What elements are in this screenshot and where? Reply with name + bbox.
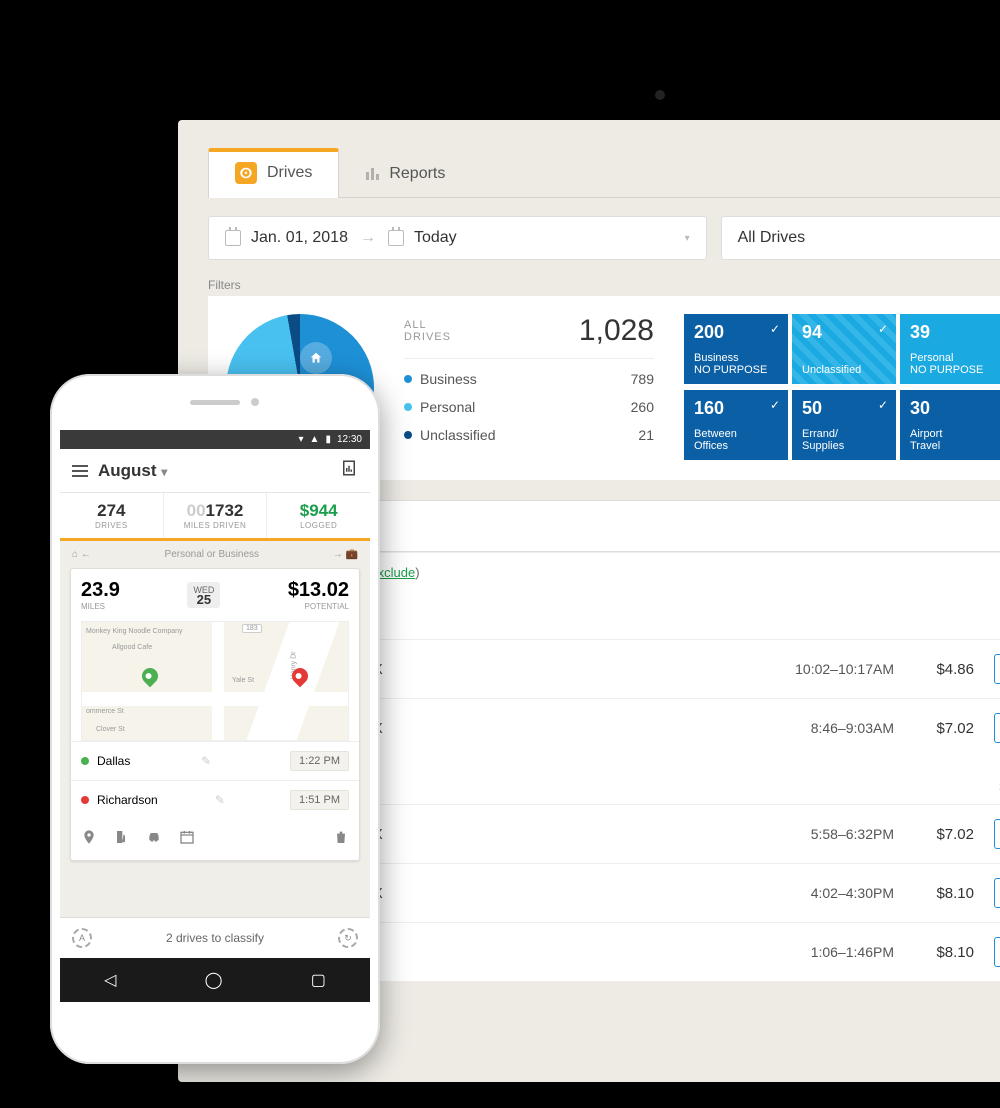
edit-icon[interactable]: ✎: [215, 793, 225, 807]
drive-card[interactable]: 23.9 MILES WED 25 $13.02 POTENTIAL Monke…: [70, 568, 360, 861]
date-from: Jan. 01, 2018: [251, 229, 348, 247]
pie-legend: ALL DRIVES 1,028 Business 789 Personal 2…: [404, 314, 654, 462]
battery-icon: ▮: [325, 434, 331, 445]
route-map[interactable]: Monkey King Noodle Company Allgood Cafe …: [81, 621, 349, 741]
legend-title: ALL DRIVES: [404, 319, 451, 343]
phone-screen: ▾ ▲ ▮ 12:30 August ▾ 274 DRIVES 001732 M…: [60, 430, 370, 1002]
check-icon: ✓: [878, 322, 888, 336]
classify-personal-button[interactable]: [994, 937, 1000, 967]
auto-classify-icon[interactable]: A: [72, 928, 92, 948]
calendar-icon[interactable]: [179, 829, 195, 850]
menu-icon[interactable]: [72, 462, 88, 480]
drives-filter-select[interactable]: All Drives ▾: [721, 216, 1000, 260]
stat-miles[interactable]: 001732 MILES DRIVEN: [164, 493, 268, 538]
date-to: Today: [414, 229, 457, 247]
signal-icon: ▾: [299, 434, 304, 445]
location-row-end[interactable]: Richardson ✎ 1:51 PM: [71, 780, 359, 819]
dot-icon: [404, 375, 412, 383]
chevron-down-icon: ▾: [161, 465, 167, 479]
check-icon: ✓: [770, 322, 780, 336]
filters-label: Filters: [208, 278, 1000, 292]
legend-row-unclassified[interactable]: Unclassified 21: [404, 427, 654, 443]
tile-unclassified[interactable]: 94 Unclassified ✓: [792, 314, 896, 384]
tile-business-no-purpose[interactable]: 200 Business NO PURPOSE ✓: [684, 314, 788, 384]
pin-start-icon: [139, 665, 162, 688]
recents-icon[interactable]: ▢: [311, 970, 326, 990]
home-icon: [300, 342, 332, 374]
check-icon: ✓: [878, 398, 888, 412]
legend-row-personal[interactable]: Personal 260: [404, 399, 654, 415]
card-actions: [71, 819, 359, 860]
trash-icon[interactable]: [333, 829, 349, 850]
classify-personal-button[interactable]: [994, 819, 1000, 849]
refresh-icon[interactable]: ↻: [338, 928, 358, 948]
dot-icon: [404, 403, 412, 411]
home-icon: ⌂ ←: [72, 549, 91, 560]
home-icon[interactable]: ◯: [205, 970, 223, 990]
phone-frame: ▾ ▲ ▮ 12:30 August ▾ 274 DRIVES 001732 M…: [50, 374, 380, 1064]
status-bar: ▾ ▲ ▮ 12:30: [60, 430, 370, 449]
phone-topbar: August ▾: [60, 449, 370, 493]
miles-value: 23.9 MILES: [81, 579, 120, 611]
dot-icon: [81, 757, 89, 765]
edit-icon[interactable]: ✎: [201, 754, 211, 768]
date-badge: WED 25: [187, 582, 220, 608]
chevron-down-icon: ▾: [665, 233, 690, 244]
tab-drives[interactable]: ⵙ Drives: [208, 148, 339, 198]
tile-between-offices[interactable]: 160 Between Offices ✓: [684, 390, 788, 460]
phone-stats: 274 DRIVES 001732 MILES DRIVEN $944 LOGG…: [60, 493, 370, 541]
main-tabs: ⵙ Drives Reports: [208, 148, 1000, 198]
gas-icon[interactable]: [113, 829, 129, 850]
swipe-hint: ⌂ ← Personal or Business → 💼: [60, 541, 370, 568]
calendar-icon: [225, 230, 241, 246]
classify-personal-button[interactable]: [994, 713, 1000, 743]
dot-icon: [404, 431, 412, 439]
classify-personal-button[interactable]: [994, 654, 1000, 684]
classify-personal-button[interactable]: [994, 878, 1000, 908]
car-icon[interactable]: [145, 829, 163, 850]
potential-value: $13.02 POTENTIAL: [288, 579, 349, 611]
arrow-right-icon: →: [360, 229, 376, 247]
date-range-select[interactable]: Jan. 01, 2018 → Today ▾: [208, 216, 707, 260]
calendar-icon: [388, 230, 404, 246]
android-nav: ◁ ◯ ▢: [60, 958, 370, 1002]
location-icon[interactable]: [81, 829, 97, 850]
app-logo-icon: ⵙ: [235, 162, 257, 184]
tile-personal-no-purpose[interactable]: 39 Personal NO PURPOSE: [900, 314, 1000, 384]
filter-controls: Jan. 01, 2018 → Today ▾ All Drives ▾: [208, 216, 1000, 260]
tile-airport-travel[interactable]: 30 Airport Travel: [900, 390, 1000, 460]
reports-icon[interactable]: [340, 459, 358, 482]
back-icon[interactable]: ◁: [104, 970, 116, 990]
tab-reports[interactable]: Reports: [339, 148, 472, 198]
category-tiles: 200 Business NO PURPOSE ✓ 94 Unclassifie…: [684, 314, 1000, 462]
tile-errand-supplies[interactable]: 50 Errand/ Supplies ✓: [792, 390, 896, 460]
tab-label: Drives: [267, 164, 312, 182]
dot-icon: [81, 796, 89, 804]
month-select[interactable]: August ▾: [98, 461, 167, 481]
location-row-start[interactable]: Dallas ✎ 1:22 PM: [71, 741, 359, 780]
filter-value: All Drives: [738, 229, 806, 247]
clock: 12:30: [337, 434, 362, 445]
legend-total: 1,028: [579, 314, 654, 348]
stat-drives[interactable]: 274 DRIVES: [60, 493, 164, 538]
wifi-icon: ▲: [310, 434, 320, 445]
tab-label: Reports: [389, 165, 445, 183]
classify-bar[interactable]: A 2 drives to classify ↻: [60, 917, 370, 958]
check-icon: ✓: [770, 398, 780, 412]
bar-chart-icon: [366, 168, 379, 180]
briefcase-icon: → 💼: [333, 549, 358, 560]
legend-row-business[interactable]: Business 789: [404, 371, 654, 387]
stat-logged[interactable]: $944 LOGGED: [267, 493, 370, 538]
